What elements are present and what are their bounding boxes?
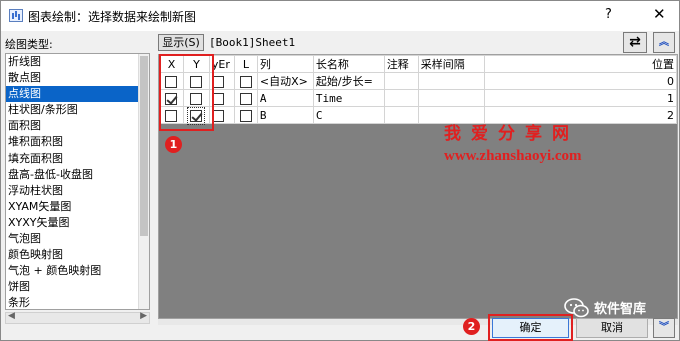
sampling-cell [417, 72, 485, 90]
table-row[interactable]: B C 2 [159, 106, 677, 125]
plot-type-item-column-bar[interactable]: 柱状图/条形图 [6, 102, 149, 118]
ok-button[interactable]: 确定 [492, 318, 569, 338]
cancel-button[interactable]: 取消 [576, 318, 648, 338]
plot-type-item-floating-column[interactable]: 浮动柱状图 [6, 183, 149, 199]
column-name-cell: <自动X> [256, 72, 314, 90]
header-comment: 注释 [383, 55, 419, 73]
sampling-cell [417, 89, 485, 107]
l-checkbox[interactable] [239, 92, 252, 105]
close-button[interactable]: ✕ [653, 5, 666, 23]
table-row[interactable]: A Time 1 [159, 89, 677, 107]
title-bar: 图表绘制：选择数据来绘制新图 ? ✕ [1, 1, 679, 31]
plot-list-hscrollbar[interactable]: ◀ ▶ [5, 311, 150, 324]
plot-setup-dialog: 图表绘制：选择数据来绘制新图 ? ✕ 绘图类型: 折线图 散点图 点线图 柱状图… [0, 0, 680, 341]
help-button[interactable]: ? [605, 7, 612, 22]
l-checkbox[interactable] [239, 109, 252, 122]
position-cell: 0 [483, 72, 677, 90]
header-l[interactable]: L [233, 55, 258, 73]
window-title: 图表绘制：选择数据来绘制新图 [28, 10, 197, 24]
long-name-cell: 起始/步长= [312, 72, 385, 90]
scroll-right-icon[interactable]: ▶ [140, 311, 147, 321]
header-column: 列 [256, 55, 314, 73]
plot-type-item-bubble-color-map[interactable]: 气泡 + 颜色映射图 [6, 263, 149, 279]
column-name-cell: B [256, 106, 314, 124]
plot-type-item-fill-area[interactable]: 填充面积图 [6, 151, 149, 167]
plot-type-item-high-low-close[interactable]: 盘高-盘低-收盘图 [6, 167, 149, 183]
plot-type-label: 绘图类型: [5, 38, 53, 51]
comment-cell [383, 72, 419, 90]
swap-button[interactable]: ⇄ [623, 32, 647, 53]
header-position: 位置 [483, 55, 677, 73]
long-name-cell: Time [312, 89, 385, 107]
collapse-up-button[interactable]: ︽ [653, 32, 675, 53]
header-long-name: 长名称 [312, 55, 385, 73]
plot-type-item-stacked-area[interactable]: 堆积面积图 [6, 134, 149, 150]
table-row[interactable]: <自动X> 起始/步长= 0 [159, 72, 677, 90]
plot-type-item-line-symbol[interactable]: 点线图 [6, 86, 149, 103]
plot-type-item-scatter[interactable]: 散点图 [6, 70, 149, 86]
plot-type-item-line[interactable]: 折线图 [6, 54, 149, 70]
plot-type-item-bubble[interactable]: 气泡图 [6, 231, 149, 247]
plot-type-list[interactable]: 折线图 散点图 点线图 柱状图/条形图 面积图 堆积面积图 填充面积图 盘高-盘… [5, 53, 150, 310]
column-name-cell: A [256, 89, 314, 107]
chart-app-icon [9, 9, 23, 22]
plot-type-item-area[interactable]: 面积图 [6, 118, 149, 134]
plot-type-item-bar[interactable]: 条形 [6, 295, 149, 309]
plot-type-item-xyxy-vector[interactable]: XYXY矢量图 [6, 215, 149, 231]
position-cell: 1 [483, 89, 677, 107]
plot-list-scrollbar[interactable] [138, 54, 149, 309]
expand-down-button[interactable]: ︾ [653, 318, 675, 338]
show-button[interactable]: 显示(S) [158, 34, 204, 51]
plot-type-item-xyam-vector[interactable]: XYAM矢量图 [6, 199, 149, 215]
sheet-label: [Book1]Sheet1 [209, 36, 296, 49]
watermark-url: www.zhanshaoyi.com [444, 148, 582, 164]
column-grid: X Y yEr L 列 长名称 注释 采样间隔 位置 <自动X> 起始/步长= … [158, 54, 678, 319]
header-sampling: 采样间隔 [417, 55, 485, 73]
plot-type-item-color-map[interactable]: 颜色映射图 [6, 247, 149, 263]
watermark-brand: 软件智库 [594, 302, 647, 317]
annotation-box-xy [159, 54, 214, 131]
l-checkbox[interactable] [239, 75, 252, 88]
annotation-badge-1: 1 [165, 136, 182, 153]
scroll-thumb[interactable] [140, 56, 148, 236]
plot-type-item-pie[interactable]: 饼图 [6, 279, 149, 295]
watermark-title: 我爱分享网 [444, 124, 579, 144]
comment-cell [383, 89, 419, 107]
table-header-row: X Y yEr L 列 长名称 注释 采样间隔 位置 [159, 55, 677, 73]
comment-cell [383, 106, 419, 124]
long-name-cell: C [312, 106, 385, 124]
scroll-left-icon[interactable]: ◀ [8, 311, 15, 321]
annotation-badge-2: 2 [463, 318, 480, 335]
column-table: X Y yEr L 列 长名称 注释 采样间隔 位置 <自动X> 起始/步长= … [159, 55, 677, 125]
